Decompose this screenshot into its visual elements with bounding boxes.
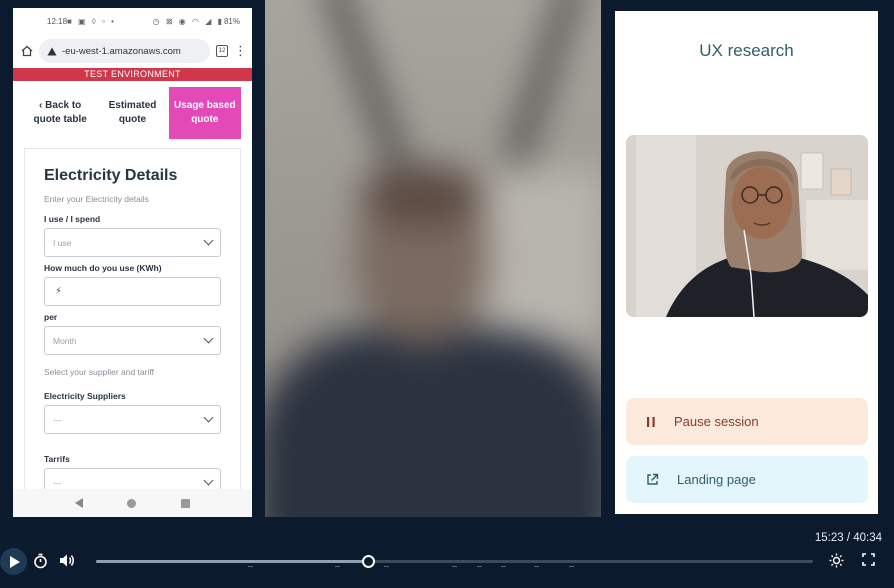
moderator-camera — [626, 135, 868, 317]
electricity-form: Electricity Details Enter your Electrici… — [24, 148, 241, 517]
nav-home-icon[interactable] — [127, 498, 137, 508]
timeline-marker — [501, 566, 506, 567]
progress-scrubber[interactable] — [361, 555, 375, 568]
lightning-icon: ⚡ — [55, 286, 63, 297]
android-nav-bar — [13, 489, 252, 517]
url-text: -eu-west-1.amazonaws.com — [62, 45, 181, 57]
per-label: per — [44, 312, 58, 322]
timeline-marker — [534, 566, 539, 567]
form-subtitle: Enter your Electricity details — [44, 194, 149, 204]
pause-session-label: Pause session — [674, 414, 759, 429]
timeline-marker — [248, 566, 253, 567]
warning-icon — [47, 47, 57, 55]
quote-tabs: ‹ Back to quote table Estimated quote Us… — [24, 87, 241, 139]
timeline-marker — [477, 566, 482, 567]
supplier-select-value: --- — [53, 414, 62, 425]
chevron-down-icon — [203, 235, 214, 246]
tab-switcher-icon[interactable]: 12 — [216, 45, 228, 57]
status-icons: ■ ▣ ◊ ▫ • — [67, 16, 116, 26]
per-select[interactable]: Month — [44, 326, 221, 355]
timeline-marker — [335, 566, 340, 567]
progress-played — [96, 560, 368, 563]
home-icon[interactable] — [21, 45, 33, 57]
volume-icon[interactable] — [59, 553, 76, 568]
more-menu-icon[interactable]: ⋮ — [234, 43, 247, 59]
phone-screen-share: 12:18 ■ ▣ ◊ ▫ • ◷ ⊠ ◉ ◠ ◢ ▮ 81% -eu-west… — [13, 8, 252, 517]
ux-research-panel: UX research Pause session Landing page — [615, 11, 878, 514]
moderator-video-image — [626, 135, 868, 317]
supplier-label: Electricity Suppliers — [44, 391, 126, 401]
timeline-marker — [384, 566, 389, 567]
player-controls: 15:23 / 40:34 — [0, 517, 894, 588]
spend-select-value: I use — [53, 237, 72, 248]
nav-recents-icon[interactable] — [180, 498, 190, 508]
spend-label: I use / I spend — [44, 214, 101, 224]
phone-status-bar: 12:18 ■ ▣ ◊ ▫ • ◷ ⊠ ◉ ◠ ◢ ▮ 81% — [13, 8, 252, 34]
timeline-marker — [452, 566, 457, 567]
tab-back-to-quote-table[interactable]: ‹ Back to quote table — [24, 87, 96, 139]
blurred-video — [265, 0, 601, 517]
status-time: 12:18 — [47, 16, 68, 26]
spend-select[interactable]: I use — [44, 228, 221, 257]
panel-title: UX research — [699, 41, 794, 60]
playback-speed-icon[interactable] — [33, 553, 48, 569]
timeline-marker — [569, 566, 574, 567]
status-battery: 81% — [223, 16, 240, 26]
usage-input[interactable]: ⚡ — [44, 277, 221, 306]
nav-back-icon[interactable] — [75, 498, 84, 508]
pause-icon — [647, 416, 655, 427]
tariff-label: Tarrifs — [44, 454, 70, 464]
progress-track[interactable] — [96, 555, 813, 568]
per-select-value: Month — [53, 335, 77, 346]
participant-webcam-blurred — [265, 0, 601, 517]
landing-page-label: Landing page — [677, 472, 756, 487]
play-button[interactable] — [0, 548, 27, 575]
video-stage: 12:18 ■ ▣ ◊ ▫ • ◷ ⊠ ◉ ◠ ◢ ▮ 81% -eu-west… — [0, 0, 894, 517]
url-field[interactable]: -eu-west-1.amazonaws.com — [39, 39, 210, 63]
system-icons: ◷ ⊠ ◉ ◠ ◢ ▮ — [152, 16, 224, 26]
tariff-select-value: --- — [53, 477, 62, 488]
supplier-select[interactable]: --- — [44, 405, 221, 434]
brightness-icon[interactable] — [829, 553, 844, 568]
supplier-helper: Select your supplier and tariff — [44, 367, 154, 377]
browser-url-bar: -eu-west-1.amazonaws.com 12 ⋮ — [13, 34, 252, 68]
tab-usage-based-quote[interactable]: Usage based quote — [168, 87, 241, 139]
pause-session-button[interactable]: Pause session — [626, 398, 868, 445]
fullscreen-icon[interactable] — [862, 553, 875, 566]
external-link-icon — [647, 473, 659, 485]
tab-estimated-quote[interactable]: Estimated quote — [96, 87, 168, 139]
timecode: 15:23 / 40:34 — [814, 532, 882, 544]
play-icon — [10, 555, 20, 568]
chevron-down-icon — [203, 412, 214, 423]
chevron-down-icon — [203, 475, 214, 486]
form-title: Electricity Details — [44, 167, 178, 184]
chevron-down-icon — [203, 333, 214, 344]
usage-label: How much do you use (KWh) — [44, 263, 162, 273]
test-environment-banner: TEST ENVIRONMENT — [13, 68, 252, 81]
landing-page-button[interactable]: Landing page — [626, 456, 868, 503]
